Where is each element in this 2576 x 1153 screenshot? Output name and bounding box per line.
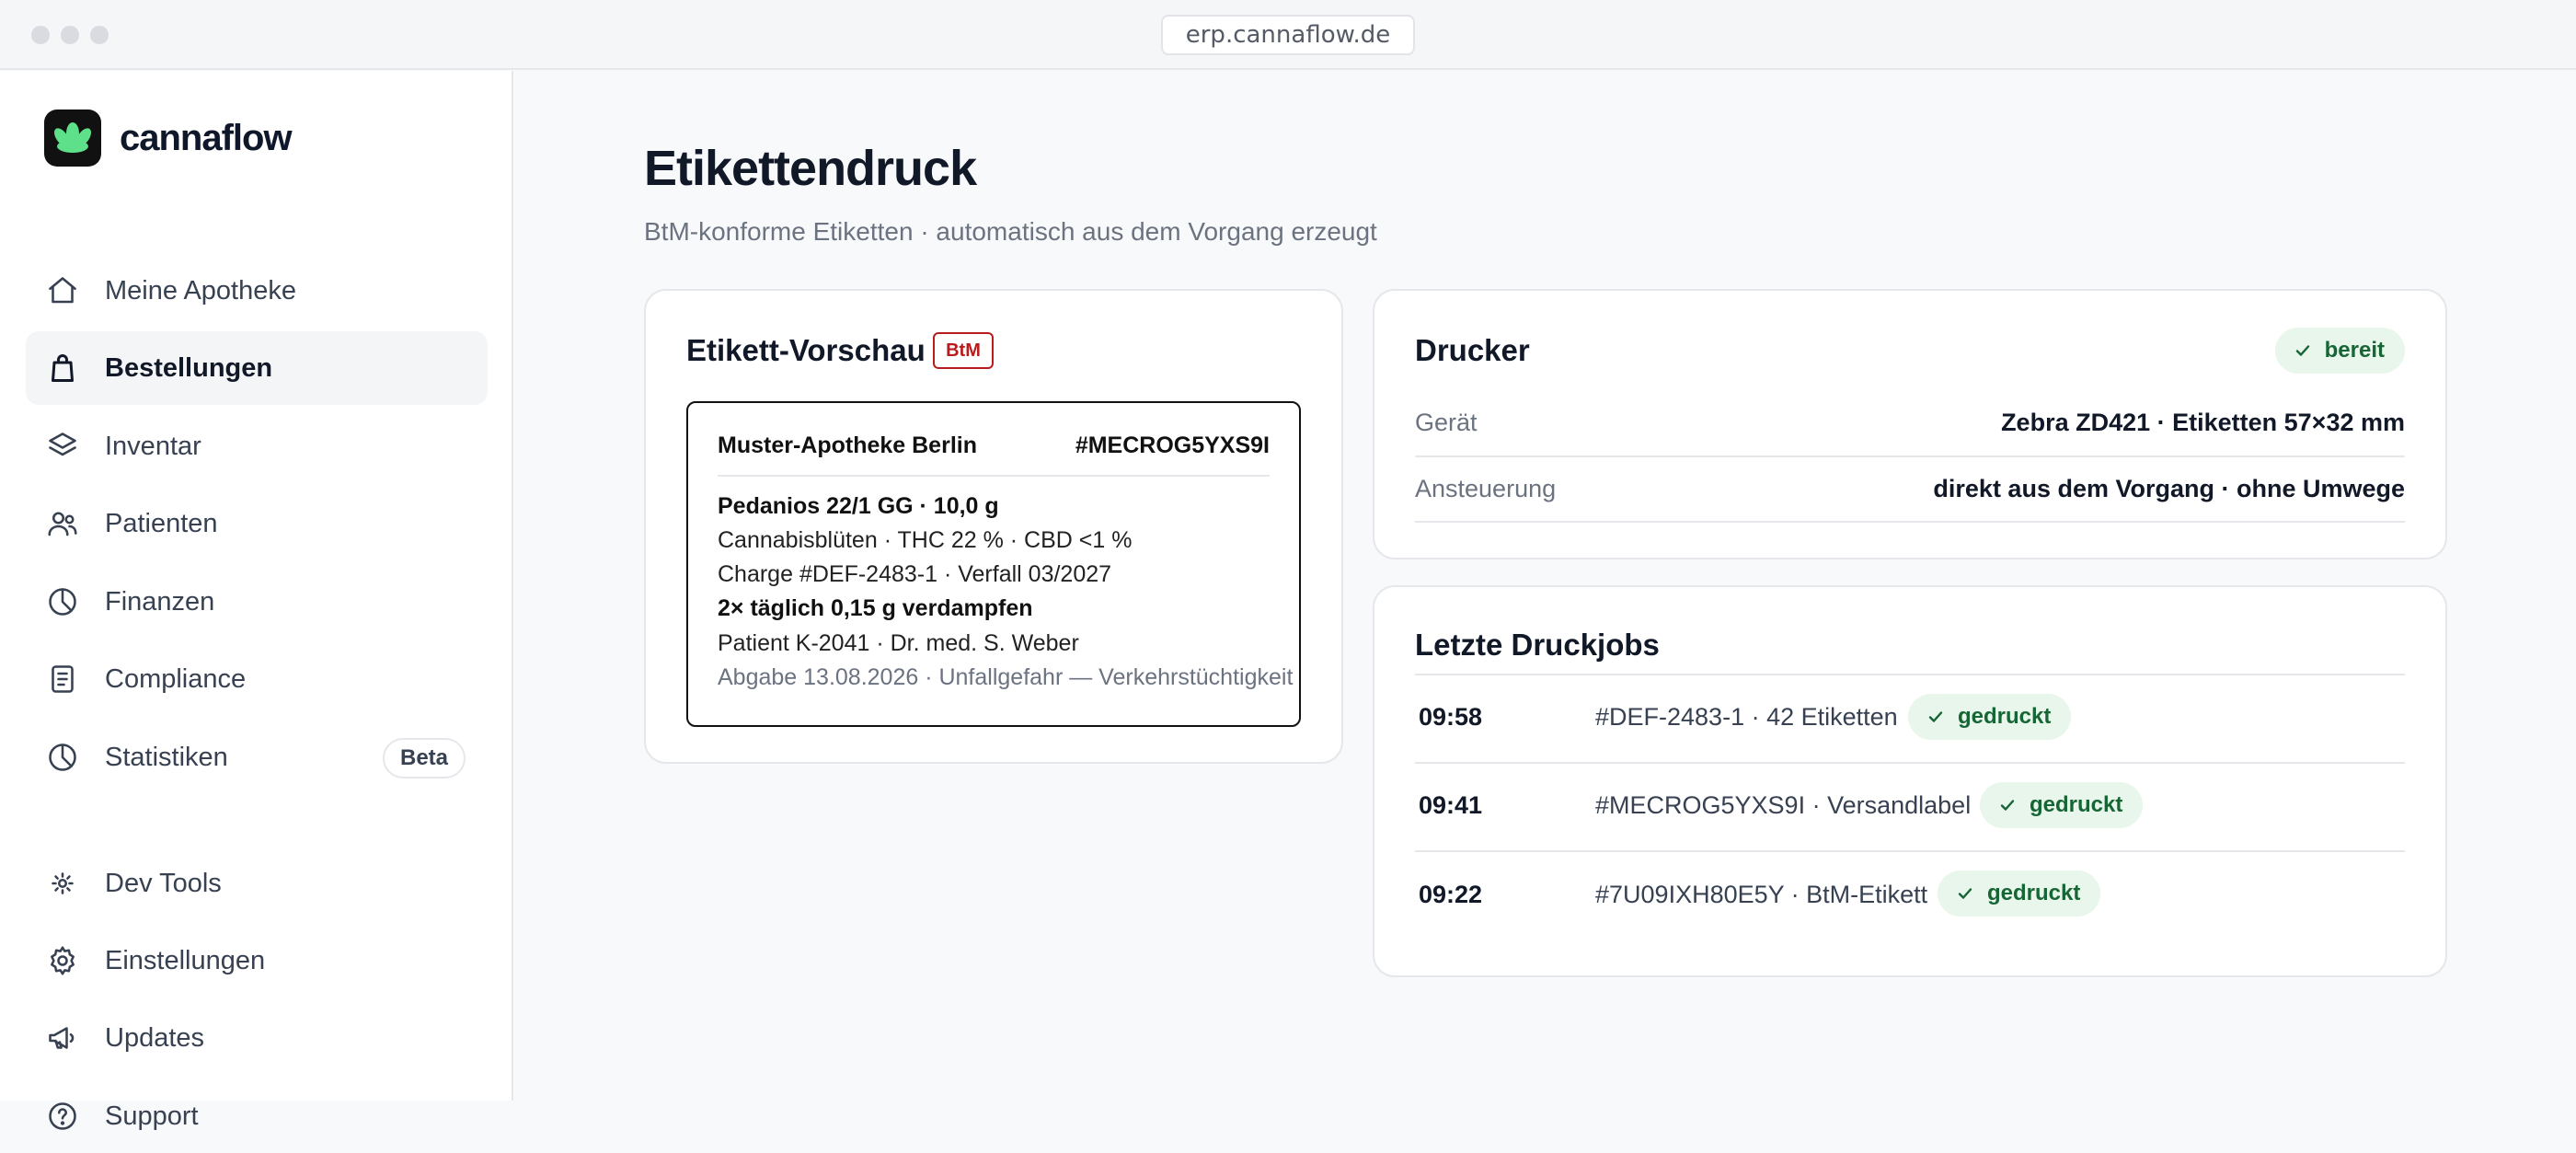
sidebar-item-meine-apotheke[interactable]: Meine Apotheke xyxy=(26,254,488,328)
label-divider xyxy=(718,475,1270,477)
window-controls xyxy=(31,26,109,44)
help-circle-icon xyxy=(49,1102,76,1130)
check-icon xyxy=(1928,711,1943,722)
printer-card: Drucker bereit Gerät Zebra ZD421 · Etike… xyxy=(1373,289,2447,559)
sidebar-item-label: Updates xyxy=(105,1022,205,1053)
label-pharmacy: Muster-Apotheke Berlin xyxy=(718,432,977,458)
document-icon xyxy=(52,665,74,693)
sidebar-item-label: Einstellungen xyxy=(105,945,266,975)
sidebar: cannaflow Meine Apotheke Bestellungen In… xyxy=(0,71,513,1131)
printer-status-badge: bereit xyxy=(2274,328,2405,374)
sidebar-item-label: Dev Tools xyxy=(105,868,222,898)
control-label: Ansteuerung xyxy=(1415,475,1557,502)
browser-chrome: erp.cannaflow.de xyxy=(0,0,2576,70)
label-preview: Muster-Apotheke Berlin #MECROG5YXS9I Ped… xyxy=(686,401,1301,727)
sidebar-item-updates[interactable]: Updates xyxy=(26,1001,488,1075)
row-divider xyxy=(1415,455,2405,457)
beta-badge: Beta xyxy=(383,738,466,778)
pie-chart-icon xyxy=(49,588,76,616)
job-time: 09:22 xyxy=(1419,881,1483,908)
row-divider xyxy=(1415,521,2405,523)
sidebar-item-label: Inventar xyxy=(105,431,201,461)
cannabis-leaf-icon xyxy=(44,110,101,167)
print-jobs-card: Letzte Druckjobs 09:58 #DEF-2483-1 · 42 … xyxy=(1373,585,2447,977)
label-patient: Patient K-2041 · Dr. med. S. Weber xyxy=(718,630,1079,656)
window-minimize-button[interactable] xyxy=(61,26,79,44)
sidebar-item-finanzen[interactable]: Finanzen xyxy=(26,565,488,639)
job-description: #7U09IXH80E5Y · BtM-Etikett xyxy=(1595,881,1928,908)
job-status-badge: gedruckt xyxy=(1980,782,2144,828)
sidebar-item-einstellungen[interactable]: Einstellungen xyxy=(26,924,488,997)
job-status-text: gedruckt xyxy=(1958,704,2052,729)
check-icon xyxy=(2295,345,2309,356)
row-divider xyxy=(1415,762,2405,764)
address-bar[interactable]: erp.cannaflow.de xyxy=(1161,15,1415,55)
layers-icon xyxy=(49,432,76,456)
home-icon xyxy=(49,277,76,304)
sidebar-item-label: Patienten xyxy=(105,508,218,538)
job-status-badge: gedruckt xyxy=(1908,694,2072,740)
job-status-badge: gedruckt xyxy=(1938,871,2101,917)
check-icon xyxy=(2000,800,2015,811)
sidebar-item-patienten[interactable]: Patienten xyxy=(26,487,488,560)
sidebar-item-label: Bestellungen xyxy=(105,352,273,383)
job-description: #MECROG5YXS9I · Versandlabel xyxy=(1595,791,1972,819)
label-dosage: 2× täglich 0,15 g verdampfen xyxy=(718,595,1033,621)
printer-title: Drucker xyxy=(1415,333,1530,367)
users-icon xyxy=(48,512,77,536)
label-dispense: Abgabe 13.08.2026 · Unfallgefahr — Verke… xyxy=(718,664,1294,690)
brand-name: cannaflow xyxy=(120,117,293,158)
sidebar-item-dev-tools[interactable]: Dev Tools xyxy=(26,847,488,920)
sidebar-item-label: Statistiken xyxy=(105,742,228,772)
page-subtitle: BtM-konforme Etiketten · automatisch aus… xyxy=(644,217,1377,246)
btm-tag: BtM xyxy=(933,332,994,369)
label-product: Pedanios 22/1 GG · 10,0 g xyxy=(718,493,999,519)
printer-status-text: bereit xyxy=(2324,338,2385,363)
device-label: Gerät xyxy=(1415,409,1478,436)
jobs-title: Letzte Druckjobs xyxy=(1415,628,1660,662)
check-icon xyxy=(1958,888,1972,899)
control-value: direkt aus dem Vorgang · ohne Umwege xyxy=(1933,475,2405,502)
label-composition: Cannabisblüten · THC 22 % · CBD <1 % xyxy=(718,527,1133,553)
row-divider xyxy=(1415,850,2405,852)
sidebar-item-statistiken[interactable]: Statistiken Beta xyxy=(26,721,488,794)
sidebar-item-support[interactable]: Support xyxy=(26,1079,488,1153)
job-status-text: gedruckt xyxy=(1987,881,2081,905)
dev-tools-icon xyxy=(52,872,74,894)
device-value: Zebra ZD421 · Etiketten 57×32 mm xyxy=(2001,409,2405,436)
job-time: 09:58 xyxy=(1419,703,1483,731)
sidebar-item-compliance[interactable]: Compliance xyxy=(26,642,488,716)
job-time: 09:41 xyxy=(1419,791,1483,819)
label-order-id: #MECROG5YXS9I xyxy=(1075,432,1270,458)
row-divider xyxy=(1415,674,2405,675)
shopping-bag-icon xyxy=(52,354,74,382)
window-close-button[interactable] xyxy=(31,26,50,44)
job-status-text: gedruckt xyxy=(2030,792,2123,817)
job-description: #DEF-2483-1 · 42 Etiketten xyxy=(1595,703,1898,731)
brand[interactable]: cannaflow xyxy=(44,110,293,167)
page-title: Etikettendruck xyxy=(644,141,977,196)
sidebar-item-label: Compliance xyxy=(105,663,247,694)
sidebar-item-bestellungen[interactable]: Bestellungen xyxy=(26,331,488,405)
window-maximize-button[interactable] xyxy=(90,26,109,44)
gear-icon xyxy=(51,946,75,975)
sidebar-item-label: Support xyxy=(105,1101,199,1131)
label-batch: Charge #DEF-2483-1 · Verfall 03/2027 xyxy=(718,561,1112,587)
megaphone-icon xyxy=(49,1027,75,1049)
pie-chart-icon xyxy=(49,744,76,771)
sidebar-item-label: Finanzen xyxy=(105,586,215,617)
label-preview-card: Etikett-Vorschau BtM Muster-Apotheke Ber… xyxy=(644,289,1343,764)
preview-title: Etikett-Vorschau xyxy=(686,333,926,367)
sidebar-item-inventar[interactable]: Inventar xyxy=(26,409,488,483)
sidebar-item-label: Meine Apotheke xyxy=(105,275,296,306)
